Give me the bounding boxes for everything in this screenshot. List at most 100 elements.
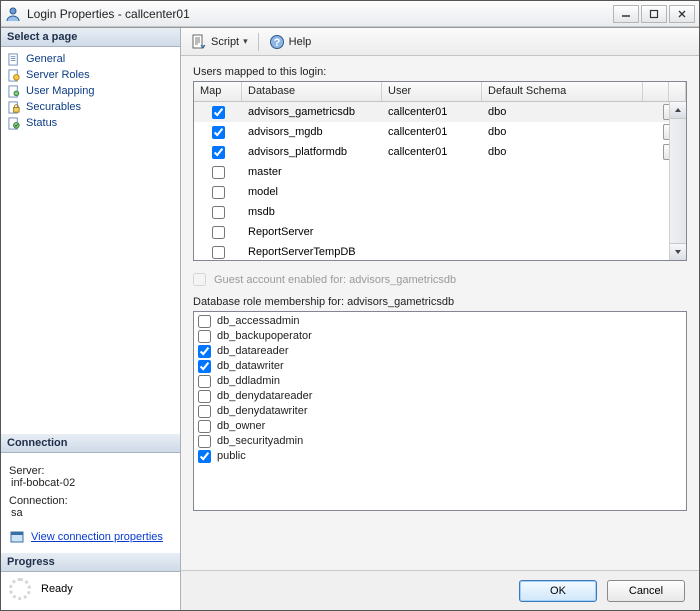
- nav-general[interactable]: General: [5, 51, 176, 67]
- col-header-scroll: [669, 82, 686, 101]
- role-checkbox[interactable]: [198, 390, 211, 403]
- role-item[interactable]: db_ddladmin: [198, 374, 682, 389]
- role-item[interactable]: db_datareader: [198, 344, 682, 359]
- toolbar-separator: [258, 33, 259, 51]
- map-checkbox[interactable]: [212, 106, 225, 119]
- maximize-button[interactable]: [641, 5, 667, 23]
- scroll-up-icon[interactable]: [670, 102, 686, 119]
- cell-database: ReportServer: [242, 226, 382, 238]
- guest-label: Guest account enabled for: advisors_game…: [214, 274, 456, 286]
- nav-server-roles[interactable]: Server Roles: [5, 67, 176, 83]
- role-label: db_ddladmin: [217, 374, 280, 389]
- ok-button[interactable]: OK: [519, 580, 597, 602]
- col-header-ellipsis: [643, 82, 669, 101]
- role-label: db_accessadmin: [217, 314, 300, 329]
- mapping-scrollbar[interactable]: [669, 102, 686, 260]
- role-item[interactable]: db_datawriter: [198, 359, 682, 374]
- role-checkbox[interactable]: [198, 405, 211, 418]
- role-item[interactable]: db_backupoperator: [198, 329, 682, 344]
- cell-database: msdb: [242, 206, 382, 218]
- mapping-row[interactable]: msdb: [194, 202, 686, 222]
- mapping-row[interactable]: ReportServerTempDB: [194, 242, 686, 261]
- cell-schema: dbo: [482, 146, 660, 158]
- help-icon: ?: [269, 34, 285, 50]
- col-header-database[interactable]: Database: [242, 82, 382, 101]
- map-checkbox[interactable]: [212, 146, 225, 159]
- role-item[interactable]: db_owner: [198, 419, 682, 434]
- mapping-row[interactable]: model: [194, 182, 686, 202]
- cell-user: callcenter01: [382, 126, 482, 138]
- role-label: db_denydatareader: [217, 389, 312, 404]
- guest-account-row: Guest account enabled for: advisors_game…: [193, 273, 687, 286]
- roles-title: Database role membership for: advisors_g…: [193, 296, 687, 308]
- cell-database: advisors_platformdb: [242, 146, 382, 158]
- sidebar: Select a page General Server Roles User …: [1, 28, 181, 610]
- connection-header: Connection: [1, 434, 180, 453]
- help-button[interactable]: ? Help: [265, 32, 316, 52]
- role-label: db_datareader: [217, 344, 289, 359]
- role-checkbox[interactable]: [198, 315, 211, 328]
- col-header-map[interactable]: Map: [194, 82, 242, 101]
- titlebar: Login Properties - callcenter01: [1, 1, 699, 27]
- col-header-schema[interactable]: Default Schema: [482, 82, 643, 101]
- map-checkbox[interactable]: [212, 226, 225, 239]
- nav-label: General: [26, 53, 65, 65]
- map-checkbox[interactable]: [212, 126, 225, 139]
- scroll-down-icon[interactable]: [670, 243, 686, 260]
- progress-header: Progress: [1, 553, 180, 572]
- connection-user-label: Connection:: [9, 495, 172, 507]
- nav-securables[interactable]: Securables: [5, 99, 176, 115]
- role-label: db_datawriter: [217, 359, 284, 374]
- roles-list: db_accessadmindb_backupoperatordb_datare…: [193, 311, 687, 511]
- login-icon: [5, 6, 21, 22]
- role-item[interactable]: db_accessadmin: [198, 314, 682, 329]
- cancel-button[interactable]: Cancel: [607, 580, 685, 602]
- progress-block: Ready: [1, 572, 180, 610]
- progress-spinner-icon: [9, 578, 31, 600]
- page-nav: General Server Roles User Mapping Secura…: [1, 47, 180, 135]
- nav-label: Status: [26, 117, 57, 129]
- map-checkbox[interactable]: [212, 206, 225, 219]
- role-checkbox[interactable]: [198, 450, 211, 463]
- close-button[interactable]: [669, 5, 695, 23]
- page-icon: [7, 68, 21, 82]
- view-connection-props-link[interactable]: View connection properties: [31, 531, 163, 543]
- role-checkbox[interactable]: [198, 420, 211, 433]
- cell-schema: dbo: [482, 126, 660, 138]
- map-checkbox[interactable]: [212, 166, 225, 179]
- nav-status[interactable]: Status: [5, 115, 176, 131]
- role-label: public: [217, 449, 246, 464]
- role-label: db_denydatawriter: [217, 404, 308, 419]
- mapping-grid-header: Map Database User Default Schema: [194, 82, 686, 102]
- main-panel: Script ▾ ? Help Users mapped to this log…: [181, 28, 699, 610]
- script-label: Script: [211, 36, 239, 48]
- role-checkbox[interactable]: [198, 330, 211, 343]
- cell-database: ReportServerTempDB: [242, 246, 382, 258]
- role-label: db_backupoperator: [217, 329, 312, 344]
- role-item[interactable]: db_denydatareader: [198, 389, 682, 404]
- map-checkbox[interactable]: [212, 246, 225, 259]
- mapping-row[interactable]: ReportServer: [194, 222, 686, 242]
- script-button[interactable]: Script ▾: [187, 32, 252, 52]
- role-item[interactable]: db_securityadmin: [198, 434, 682, 449]
- role-item[interactable]: db_denydatawriter: [198, 404, 682, 419]
- map-checkbox[interactable]: [212, 186, 225, 199]
- mapping-row[interactable]: advisors_platformdbcallcenter01dbo…: [194, 142, 686, 162]
- mapping-row[interactable]: advisors_gametricsdbcallcenter01dbo…: [194, 102, 686, 122]
- role-item[interactable]: public: [198, 449, 682, 464]
- help-label: Help: [289, 36, 312, 48]
- role-checkbox[interactable]: [198, 375, 211, 388]
- nav-label: Securables: [26, 101, 81, 113]
- role-label: db_securityadmin: [217, 434, 303, 449]
- footer: OK Cancel: [181, 570, 699, 610]
- script-icon: [191, 34, 207, 50]
- mapping-row[interactable]: master: [194, 162, 686, 182]
- col-header-user[interactable]: User: [382, 82, 482, 101]
- nav-user-mapping[interactable]: User Mapping: [5, 83, 176, 99]
- mapping-row[interactable]: advisors_mgdbcallcenter01dbo…: [194, 122, 686, 142]
- minimize-button[interactable]: [613, 5, 639, 23]
- role-checkbox[interactable]: [198, 360, 211, 373]
- role-checkbox[interactable]: [198, 345, 211, 358]
- role-checkbox[interactable]: [198, 435, 211, 448]
- mapping-title: Users mapped to this login:: [193, 66, 687, 78]
